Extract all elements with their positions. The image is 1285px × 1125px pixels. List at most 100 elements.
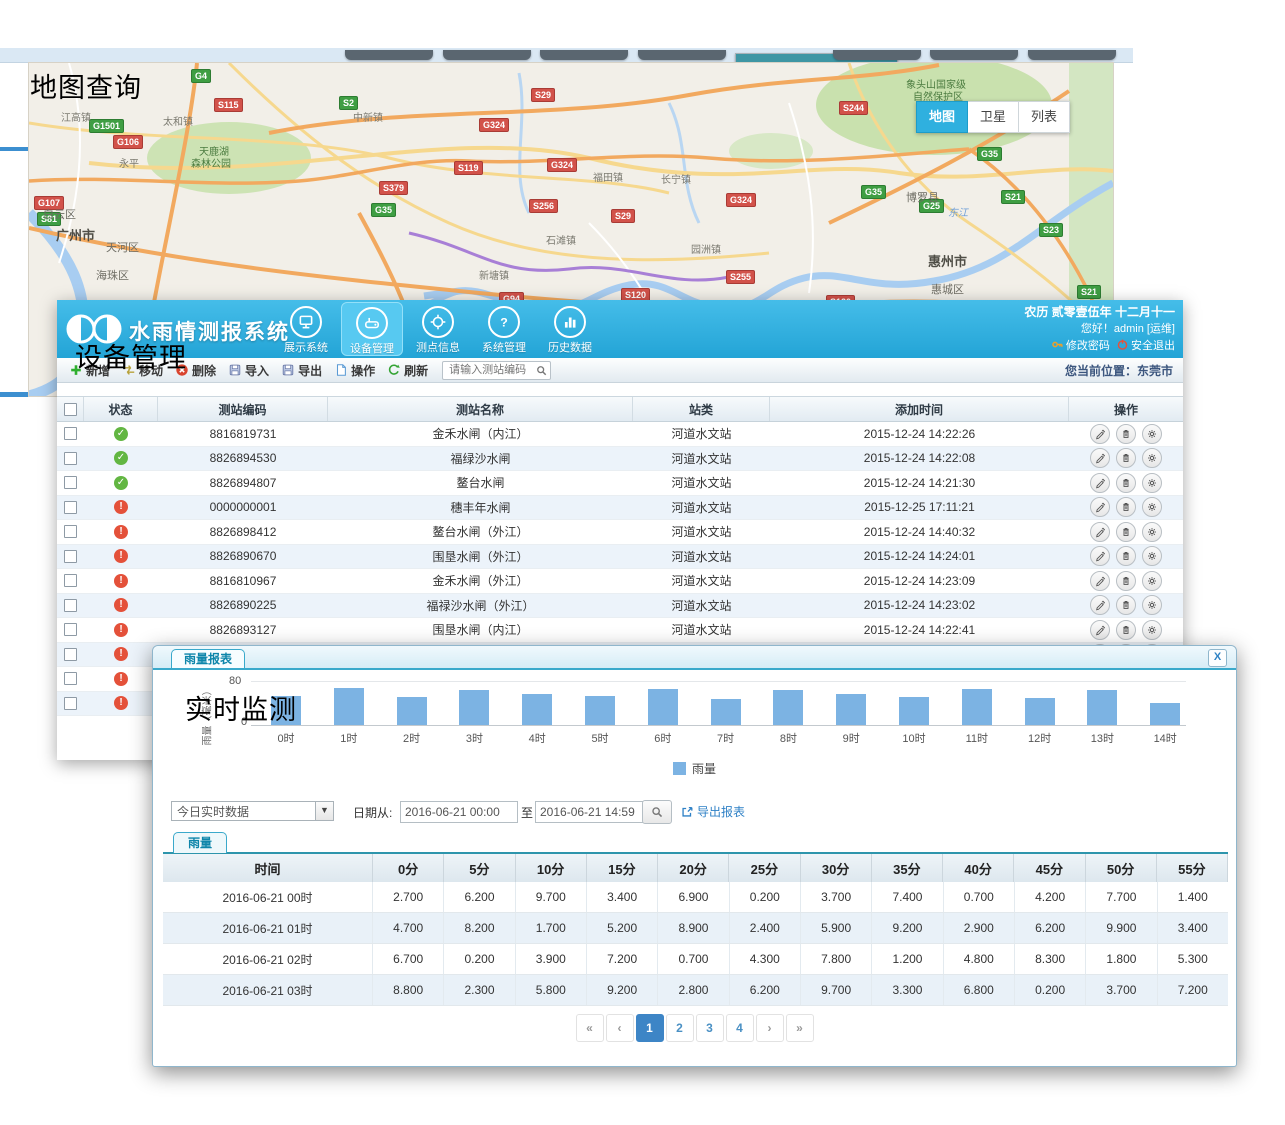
gear-icon[interactable] [1142, 473, 1162, 493]
cropped-nav-button[interactable] [345, 50, 433, 60]
table-row: ✓8826894530福绿沙水闸河道水文站2015-12-24 14:22:08 [57, 447, 1183, 472]
column-header [57, 397, 84, 421]
row-checkbox[interactable] [64, 648, 77, 661]
row-checkbox[interactable] [64, 501, 77, 514]
toolbar-操作[interactable]: 操作 [334, 362, 375, 379]
nav-item-测点信息[interactable]: 测点信息 [407, 302, 469, 356]
pager-page-1[interactable]: 1 [636, 1014, 664, 1042]
toolbar-导入[interactable]: 导入 [228, 362, 269, 379]
row-checkbox[interactable] [64, 452, 77, 465]
cell-time: 2016-06-21 01时 [163, 913, 373, 943]
date-from-input[interactable] [400, 801, 518, 823]
edit-icon[interactable] [1090, 546, 1110, 566]
pager-page-2[interactable]: 2 [666, 1014, 694, 1042]
row-checkbox[interactable] [64, 525, 77, 538]
delete-icon[interactable] [1116, 546, 1136, 566]
map-type-active[interactable]: 地图 [916, 101, 968, 133]
table-row: !8826890225福禄沙水闸（外江）河道水文站2015-12-24 14:2… [57, 594, 1183, 619]
row-checkbox[interactable] [64, 476, 77, 489]
x-tick-label: 9时 [843, 730, 860, 746]
edit-icon[interactable] [1090, 522, 1110, 542]
nav-item-系统管理[interactable]: 系统管理 [473, 302, 535, 356]
row-checkbox[interactable] [64, 574, 77, 587]
gear-icon[interactable] [1142, 497, 1162, 517]
cropped-nav-button[interactable] [1028, 50, 1116, 60]
tab-rain[interactable]: 雨量 [173, 832, 227, 853]
delete-icon[interactable] [1116, 571, 1136, 591]
row-checkbox[interactable] [64, 427, 77, 440]
gear-icon[interactable] [1142, 424, 1162, 444]
monitor-icon [297, 313, 315, 331]
delete-icon[interactable] [1116, 595, 1136, 615]
pager-page-4[interactable]: 4 [726, 1014, 754, 1042]
data-mode-select[interactable]: 今日实时数据 ▼ [171, 801, 334, 821]
nav-item-设备管理[interactable]: 设备管理 [341, 302, 403, 356]
change-password-link[interactable]: 修改密码 [1066, 340, 1110, 352]
edit-icon[interactable] [1090, 424, 1110, 444]
row-checkbox[interactable] [64, 550, 77, 563]
row-checkbox[interactable] [64, 672, 77, 685]
cropped-nav-button[interactable] [540, 50, 628, 60]
pager-arrow[interactable]: › [756, 1014, 784, 1042]
nav-item-展示系统[interactable]: 展示系统 [275, 302, 337, 356]
x-tick-label: 10时 [902, 730, 925, 746]
cell: 穗丰年水闸 [328, 496, 633, 520]
toolbar-刷新[interactable]: 刷新 [387, 362, 428, 379]
station-search-input[interactable] [447, 363, 535, 377]
edit-icon[interactable] [1090, 497, 1110, 517]
edit-icon[interactable] [1090, 620, 1110, 640]
gear-icon[interactable] [1142, 448, 1162, 468]
gear-icon[interactable] [1142, 522, 1162, 542]
edit-icon[interactable] [1090, 595, 1110, 615]
map-place-label: 森林公园 [191, 155, 231, 170]
cell-value: 9.200 [872, 913, 943, 943]
row-checkbox[interactable] [64, 697, 77, 710]
cropped-nav-button[interactable] [443, 50, 531, 60]
gear-icon[interactable] [1142, 571, 1162, 591]
delete-icon[interactable] [1116, 497, 1136, 517]
row-checkbox[interactable] [64, 623, 77, 636]
row-checkbox[interactable] [64, 599, 77, 612]
cell: 2015-12-24 14:24:01 [770, 545, 1069, 569]
edit-icon[interactable] [1090, 571, 1110, 591]
road-shield-badge: S29 [611, 209, 635, 223]
delete-icon[interactable] [1116, 448, 1136, 468]
cropped-nav-button[interactable] [930, 50, 1018, 60]
map-type-option[interactable]: 列表 [1019, 101, 1070, 133]
rain-bar [899, 697, 929, 725]
gear-icon[interactable] [1142, 546, 1162, 566]
delete-icon[interactable] [1116, 522, 1136, 542]
logout-link[interactable]: 安全退出 [1131, 340, 1175, 352]
tab-rain-report[interactable]: 雨量报表 [171, 649, 245, 668]
edit-icon[interactable] [1090, 473, 1110, 493]
search-icon [650, 805, 664, 819]
cropped-nav-button[interactable] [833, 50, 921, 60]
pager-page-3[interactable]: 3 [696, 1014, 724, 1042]
pager-arrow[interactable]: « [576, 1014, 604, 1042]
table-row: !0000000001穗丰年水闸河道水文站2015-12-25 17:11:21 [57, 496, 1183, 521]
gear-icon[interactable] [1142, 595, 1162, 615]
delete-icon[interactable] [1116, 620, 1136, 640]
cell-value: 9.700 [801, 975, 872, 1005]
chevron-down-icon[interactable]: ▼ [315, 802, 333, 820]
cell: 8816810967 [158, 569, 328, 593]
gear-icon[interactable] [1142, 620, 1162, 640]
pager-arrow[interactable]: ‹ [606, 1014, 634, 1042]
map-type-option[interactable]: 卫星 [968, 101, 1019, 133]
search-icon[interactable] [535, 364, 548, 377]
nav-item-历史数据[interactable]: 历史数据 [539, 302, 601, 356]
close-icon[interactable]: X [1208, 649, 1227, 667]
delete-icon[interactable] [1116, 424, 1136, 444]
key-icon [1053, 342, 1062, 346]
select-all-checkbox[interactable] [64, 403, 77, 416]
cropped-nav-button[interactable] [638, 50, 726, 60]
delete-icon[interactable] [1116, 473, 1136, 493]
toolbar-导出[interactable]: 导出 [281, 362, 322, 379]
date-to-input[interactable] [535, 801, 653, 823]
column-header: 测站编码 [158, 397, 328, 421]
column-header: 时间 [163, 854, 373, 882]
pager-arrow[interactable]: » [786, 1014, 814, 1042]
export-report-link[interactable]: 导出报表 [680, 803, 745, 820]
edit-icon[interactable] [1090, 448, 1110, 468]
query-button[interactable] [642, 800, 672, 824]
